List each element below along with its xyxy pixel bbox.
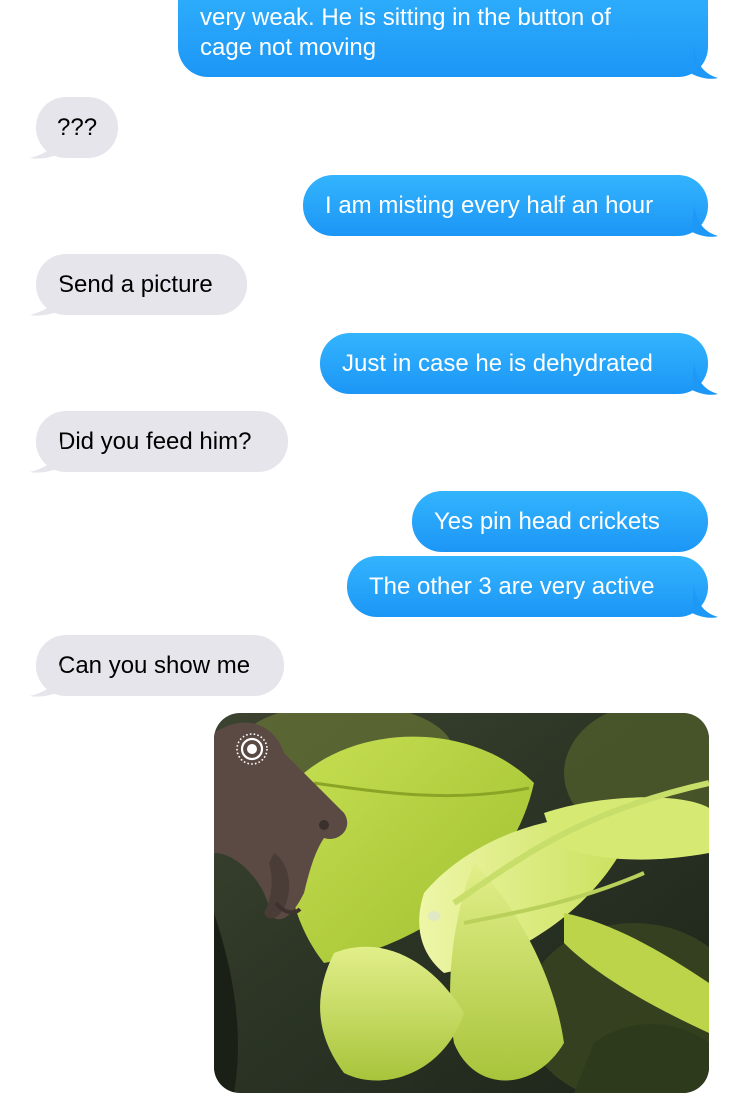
bubble-tail bbox=[30, 664, 64, 697]
message-text: Send a picture bbox=[58, 271, 213, 298]
message-text: Just in case he is dehydrated bbox=[342, 350, 653, 377]
bubble-tail bbox=[30, 440, 64, 473]
bubble-tail bbox=[692, 204, 718, 237]
message-text: Yes pin head crickets bbox=[434, 508, 660, 535]
sent-message-bubble[interactable]: The other 3 are very active bbox=[347, 556, 708, 617]
message-text: The other 3 are very active bbox=[369, 573, 655, 600]
message-text-line: cage not moving bbox=[200, 34, 377, 61]
bubble-tail bbox=[30, 126, 64, 159]
received-message-bubble[interactable]: Send a picture bbox=[36, 254, 247, 315]
chameleon-photo bbox=[214, 713, 709, 1093]
sent-message-bubble[interactable]: Just in case he is dehydrated bbox=[320, 333, 708, 394]
bubble-tail bbox=[692, 362, 718, 395]
sent-message-bubble[interactable]: very weak. He is sitting in the button o… bbox=[178, 0, 708, 77]
sent-message-bubble[interactable]: I am misting every half an hour bbox=[303, 175, 708, 236]
received-message-bubble[interactable]: Did you feed him? bbox=[36, 411, 288, 472]
live-photo-icon[interactable] bbox=[234, 731, 270, 767]
message-text: Did you feed him? bbox=[58, 428, 252, 455]
message-text: I am misting every half an hour bbox=[325, 192, 654, 219]
message-thread: very weak. He is sitting in the button o… bbox=[0, 0, 745, 1093]
message-text-line: very weak. He is sitting in the button o… bbox=[200, 4, 611, 31]
bubble-tail bbox=[30, 283, 64, 316]
sent-message-bubble[interactable]: Yes pin head crickets bbox=[412, 491, 708, 552]
bubble-tail bbox=[692, 585, 718, 618]
received-message-bubble[interactable]: Can you show me bbox=[36, 635, 284, 696]
bubble-tail bbox=[692, 46, 718, 79]
message-text: Can you show me bbox=[58, 652, 251, 679]
photo-attachment[interactable] bbox=[214, 713, 709, 1093]
